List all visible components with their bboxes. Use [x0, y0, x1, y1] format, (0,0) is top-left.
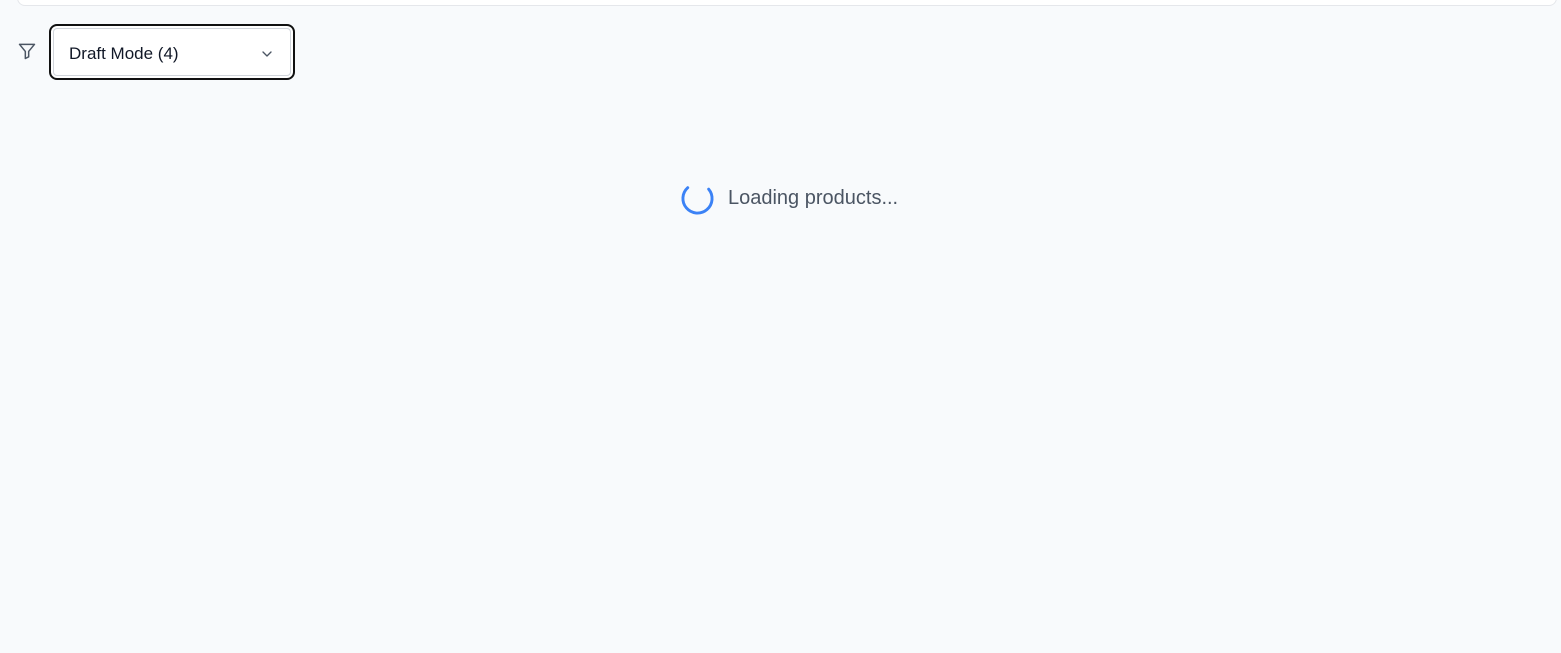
- status-filter-select[interactable]: Draft Mode (4): [49, 24, 295, 80]
- filter-icon: [17, 41, 37, 61]
- status-filter-value: Draft Mode (4): [69, 44, 179, 63]
- spinner-icon: [681, 181, 714, 215]
- loading-text: Loading products...: [728, 187, 899, 209]
- top-panel: [17, 0, 1557, 6]
- loading-indicator: Loading products...: [680, 180, 898, 216]
- chevron-down-icon: [259, 46, 275, 62]
